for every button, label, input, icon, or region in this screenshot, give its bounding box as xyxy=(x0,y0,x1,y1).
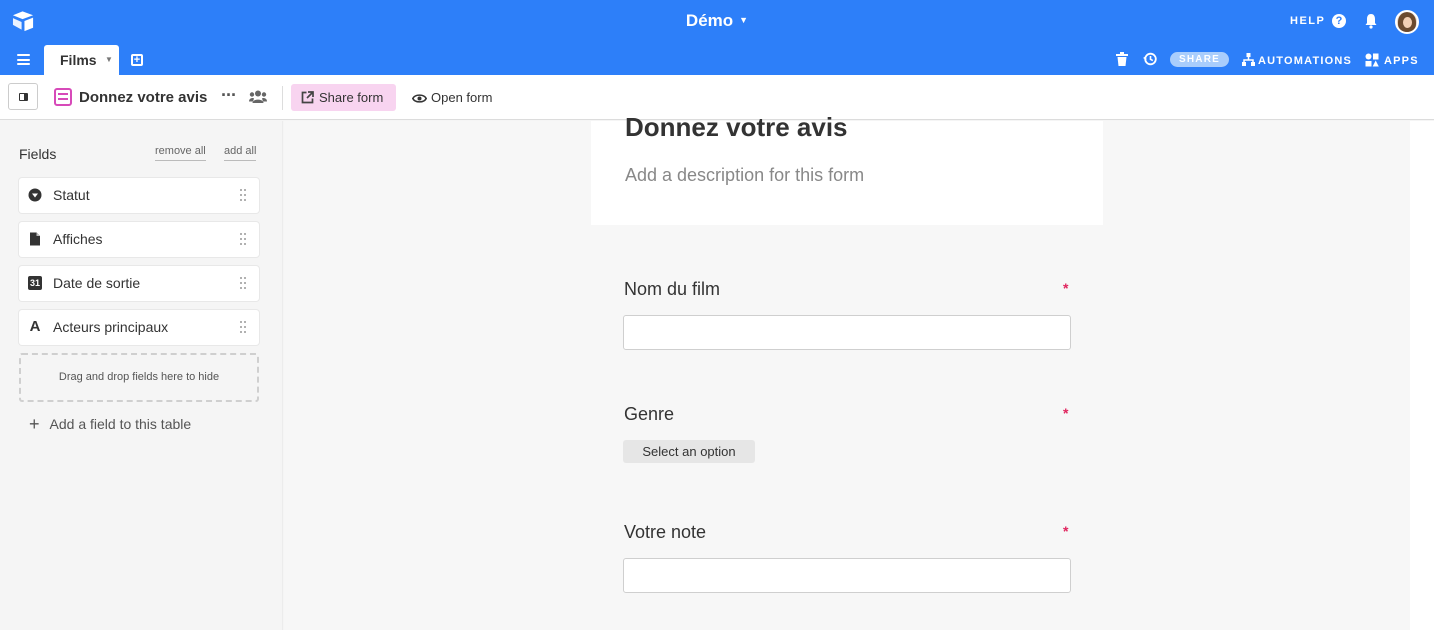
table-tab-bar: Films ▼ + SHARE AUTOMATIONS APPS xyxy=(0,44,1434,75)
genre-select-button[interactable]: Select an option xyxy=(623,440,755,463)
field-item-date-de-sortie[interactable]: 31 Date de sortie xyxy=(19,266,259,301)
drag-handle-icon[interactable] xyxy=(240,277,247,289)
add-field-label: Add a field to this table xyxy=(49,416,192,432)
help-icon[interactable]: ? xyxy=(1332,14,1346,28)
divider xyxy=(282,86,283,110)
field-item-statut[interactable]: Statut xyxy=(19,178,259,213)
field-label: Acteurs principaux xyxy=(53,319,169,335)
avatar[interactable] xyxy=(1395,10,1419,34)
share-button[interactable]: SHARE xyxy=(1170,52,1229,67)
question-label-genre: Genre xyxy=(624,404,675,424)
share-form-button[interactable]: Share form xyxy=(291,84,396,111)
tab-label: Films xyxy=(60,52,97,68)
fields-sidebar: Fields remove all add all Statut Affiche… xyxy=(0,121,283,630)
field-item-affiches[interactable]: Affiches xyxy=(19,222,259,257)
question-label-nom-du-film: Nom du film xyxy=(624,279,721,299)
field-label: Date de sortie xyxy=(53,275,141,291)
field-item-acteurs-principaux[interactable]: A Acteurs principaux xyxy=(19,310,259,345)
required-asterisk: * xyxy=(1063,523,1069,539)
plus-icon: + xyxy=(29,414,40,434)
view-name[interactable]: Donnez votre avis xyxy=(79,89,207,106)
form-header: Donnez votre avis Add a description for … xyxy=(591,112,1103,225)
base-title[interactable]: Démo ▼ xyxy=(0,11,1434,31)
form-description-field[interactable]: Add a description for this form xyxy=(625,165,864,186)
drag-handle-icon[interactable] xyxy=(240,233,247,245)
field-label: Affiches xyxy=(53,231,103,247)
trash-icon[interactable] xyxy=(1116,52,1128,66)
apps-button[interactable]: APPS xyxy=(1365,53,1419,67)
open-form-label: Open form xyxy=(431,90,493,105)
bell-icon[interactable] xyxy=(1364,13,1378,29)
votre-note-input[interactable] xyxy=(623,558,1071,593)
chevron-down-icon: ▼ xyxy=(739,15,749,25)
required-asterisk: * xyxy=(1063,405,1069,421)
drag-handle-icon[interactable] xyxy=(240,321,247,333)
automations-icon xyxy=(1242,53,1255,66)
avatar-face xyxy=(1403,17,1412,28)
help-link[interactable]: HELP xyxy=(1290,15,1325,27)
attachment-icon xyxy=(30,232,40,246)
nom-du-film-input[interactable] xyxy=(623,315,1071,350)
collaborators-icon[interactable] xyxy=(249,90,267,103)
automations-button[interactable]: AUTOMATIONS xyxy=(1242,53,1352,67)
apps-label: APPS xyxy=(1384,55,1419,67)
drag-handle-icon[interactable] xyxy=(240,189,247,201)
share-external-icon xyxy=(301,91,314,104)
add-field-button[interactable]: + Add a field to this table xyxy=(29,414,191,435)
question-label-votre-note: Votre note xyxy=(624,522,707,542)
add-all-link[interactable]: add all xyxy=(224,145,257,161)
date-icon: 31 xyxy=(28,276,42,290)
hidden-fields-dropzone[interactable]: Drag and drop fields here to hide xyxy=(19,353,259,402)
base-title-text: Démo xyxy=(685,11,734,30)
form-canvas: Donnez votre avis Add a description for … xyxy=(284,112,1410,630)
share-form-label: Share form xyxy=(319,90,384,105)
top-bar: Démo ▼ HELP ? xyxy=(0,0,1434,44)
chevron-down-icon[interactable]: ▼ xyxy=(105,55,113,64)
form-title[interactable]: Donnez votre avis xyxy=(625,112,848,143)
hamburger-menu-icon[interactable] xyxy=(17,54,30,65)
required-asterisk: * xyxy=(1063,280,1069,296)
form-view-icon xyxy=(54,88,72,106)
sidebar-toggle-button[interactable] xyxy=(8,83,38,110)
remove-all-link[interactable]: remove all xyxy=(155,145,206,161)
automations-label: AUTOMATIONS xyxy=(1258,55,1353,67)
apps-icon xyxy=(1365,53,1379,67)
fields-title: Fields xyxy=(19,146,57,162)
eye-icon xyxy=(411,94,428,103)
right-gutter xyxy=(1410,121,1434,630)
more-options-icon[interactable]: ··· xyxy=(221,85,237,106)
field-label: Statut xyxy=(53,187,90,203)
tab-films[interactable]: Films ▼ xyxy=(44,45,119,75)
text-icon: A xyxy=(29,318,41,335)
add-table-icon[interactable]: + xyxy=(131,54,143,66)
sidebar-icon xyxy=(19,93,28,101)
open-form-button[interactable]: Open form xyxy=(411,90,493,105)
history-icon[interactable] xyxy=(1143,52,1157,66)
single-select-icon xyxy=(28,188,42,202)
